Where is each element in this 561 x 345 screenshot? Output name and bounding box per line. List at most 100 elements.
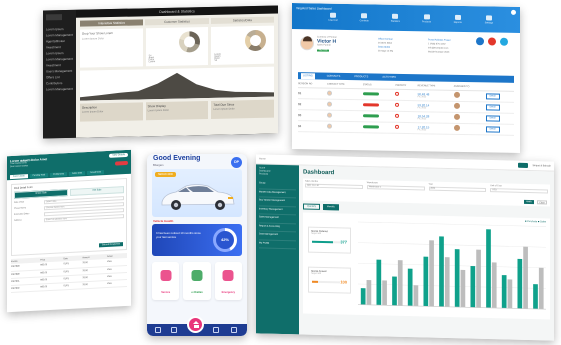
- assignee-avatar: [453, 124, 460, 131]
- brand-name: Targeted Sales Dashboard: [296, 6, 332, 11]
- tab-item[interactable]: Saved Data: [87, 170, 105, 176]
- filter-field: Year 2023: [428, 184, 487, 192]
- session-number: 01: [298, 87, 328, 99]
- bar-sales-2: [382, 280, 387, 306]
- submit-button[interactable]: Submit Response: [98, 242, 123, 248]
- alert-button[interactable]: [115, 160, 128, 166]
- nav-icon: [423, 14, 430, 20]
- status-pill: [362, 91, 379, 96]
- tab-item[interactable]: Statistics/Data: [210, 16, 274, 24]
- nav-icon: [454, 14, 461, 20]
- kpi-progress: [312, 280, 340, 284]
- health-message: It has been noticed 10 months since your…: [156, 231, 201, 239]
- send-icon[interactable]: [500, 37, 508, 46]
- field-label: Date Value: [14, 201, 25, 204]
- tab-item[interactable]: Sales Data: [68, 171, 86, 177]
- switch-option[interactable]: Gross Sale: [14, 189, 68, 199]
- mode-toggle[interactable]: [518, 162, 528, 169]
- nav-item[interactable]: Reports: [447, 14, 469, 24]
- stat-card: Total Due Since Lorem Ipsum Dolor: [211, 99, 275, 119]
- tab-item[interactable]: Interactive Statistics: [80, 19, 144, 27]
- tab-item[interactable]: Form 1 Data: [10, 174, 28, 180]
- profile-icon[interactable]: [511, 9, 516, 15]
- clear-button[interactable]: Clear: [537, 200, 547, 205]
- call-icon[interactable]: [476, 37, 484, 46]
- stat-sub: Lorem Ipsum Dolor: [82, 110, 104, 114]
- service-tile[interactable]: Emergency: [214, 262, 242, 300]
- detail-button[interactable]: Detail: [485, 125, 500, 133]
- revenue-cell: 50,48.48 Fri, 2022: [417, 89, 454, 101]
- tile-label: e-Challan: [191, 291, 203, 294]
- grid-line: [358, 221, 546, 227]
- nav-label: Contacts: [359, 20, 369, 23]
- nav-item[interactable]: Contacts: [353, 13, 375, 22]
- tab-item[interactable]: LISTING: [301, 72, 315, 79]
- kpi-progress-fill: [312, 240, 333, 244]
- table-row: 04 17,20.15 Fri, 2022 Detail: [298, 120, 514, 135]
- filter-select[interactable]: ABC Co. Ltd: [305, 183, 363, 189]
- nav-item[interactable]: Lead List: [322, 12, 344, 22]
- sidebar: Home Dashboard Products Group Master Data M…: [256, 164, 299, 335]
- filter-select[interactable]: USD: [490, 188, 548, 194]
- location-label: Bhargain: [153, 164, 164, 167]
- tile-icon: [222, 270, 234, 281]
- tab-item[interactable]: Profile Data: [50, 172, 67, 177]
- priority-cell: [395, 99, 418, 112]
- bar-sales-4: [413, 285, 419, 307]
- detail-button[interactable]: Detail: [485, 114, 500, 122]
- donut-chart: [179, 31, 201, 53]
- contact-avatar: [327, 112, 333, 118]
- nav-item[interactable]: Settings: [478, 15, 500, 25]
- revenue-cell: 17,20.15 Fri, 2022: [417, 122, 454, 134]
- service-tile[interactable]: Service: [152, 262, 180, 300]
- area-chart-svg: [80, 72, 274, 101]
- tab-item[interactable]: PRODUCTS: [352, 75, 370, 78]
- nav-label: Lead List: [328, 19, 338, 22]
- contact-cell: [327, 98, 363, 111]
- nav-item[interactable]: Products: [416, 14, 438, 23]
- sidebar-item[interactable]: Lorem Management: [46, 86, 73, 93]
- nav-label: Products: [422, 21, 432, 24]
- tab-item[interactable]: Customer Statistics: [145, 17, 209, 26]
- bar-purchase-2: [376, 259, 382, 306]
- vehicle-badge: SEDAN 4000: [155, 172, 176, 177]
- car-image: [161, 184, 235, 210]
- bar-purchase-3: [392, 276, 397, 306]
- detail-line: 20 Sept 14 PM: [378, 50, 394, 53]
- wallet-icon[interactable]: [231, 327, 237, 333]
- garage-icon[interactable]: [171, 327, 177, 333]
- avatar[interactable]: DP: [231, 157, 242, 168]
- detail-button[interactable]: Detail: [485, 92, 500, 100]
- bar-chart-svg: [358, 221, 546, 310]
- mail-icon[interactable]: [488, 37, 496, 46]
- tab-item[interactable]: Pending Total: [29, 173, 49, 179]
- toggle-option[interactable]: Monthly: [323, 203, 339, 211]
- filter-select[interactable]: 2023: [428, 186, 487, 192]
- revenue-cell: 53,20.14 Fri, 2022: [417, 100, 454, 112]
- toggle-option[interactable]: Quarterly: [303, 203, 320, 210]
- vehicle-health-card[interactable]: It has been noticed 10 months since your…: [152, 224, 242, 256]
- service-tile[interactable]: e-Challan: [183, 262, 211, 300]
- nav-item[interactable]: Statistics: [384, 13, 406, 23]
- bookings-icon[interactable]: [155, 327, 161, 333]
- user-menu[interactable]: Sinipat & Bohauh: [533, 164, 551, 167]
- switch-option[interactable]: Net Sale: [70, 186, 124, 196]
- filter-select[interactable]: Warehouse 1: [366, 185, 425, 191]
- dashboard-main: Dashboard Sales Vendor ABC Co. Ltd Warehou…: [299, 165, 554, 341]
- action-cell: Detail: [485, 90, 514, 102]
- view-link[interactable]: View: [107, 278, 127, 288]
- tab-item[interactable]: ACTIVITIES: [380, 76, 398, 79]
- sidebar-item[interactable]: My Profile: [259, 239, 296, 250]
- detail-button[interactable]: Detail: [485, 103, 500, 111]
- kpi-value: 377: [340, 239, 347, 245]
- bar-purchase-8: [470, 266, 476, 308]
- inventory-dashboard-screen: Home Sinipat & Bohauh Home Dashboard Produ…: [256, 154, 554, 341]
- home-icon[interactable]: [187, 316, 204, 333]
- stat-card: Show Display Lorem Ipsum Dolor: [145, 100, 209, 121]
- tools-icon[interactable]: [213, 327, 219, 333]
- apply-button[interactable]: Apply: [524, 199, 534, 205]
- assignee-cell: [453, 122, 486, 135]
- revenue-date: Fri, 2022: [417, 117, 427, 120]
- app-header: Targeted Sales Dashboard Lead List Contac…: [292, 3, 520, 33]
- tab-item[interactable]: CONTACTS: [325, 75, 343, 78]
